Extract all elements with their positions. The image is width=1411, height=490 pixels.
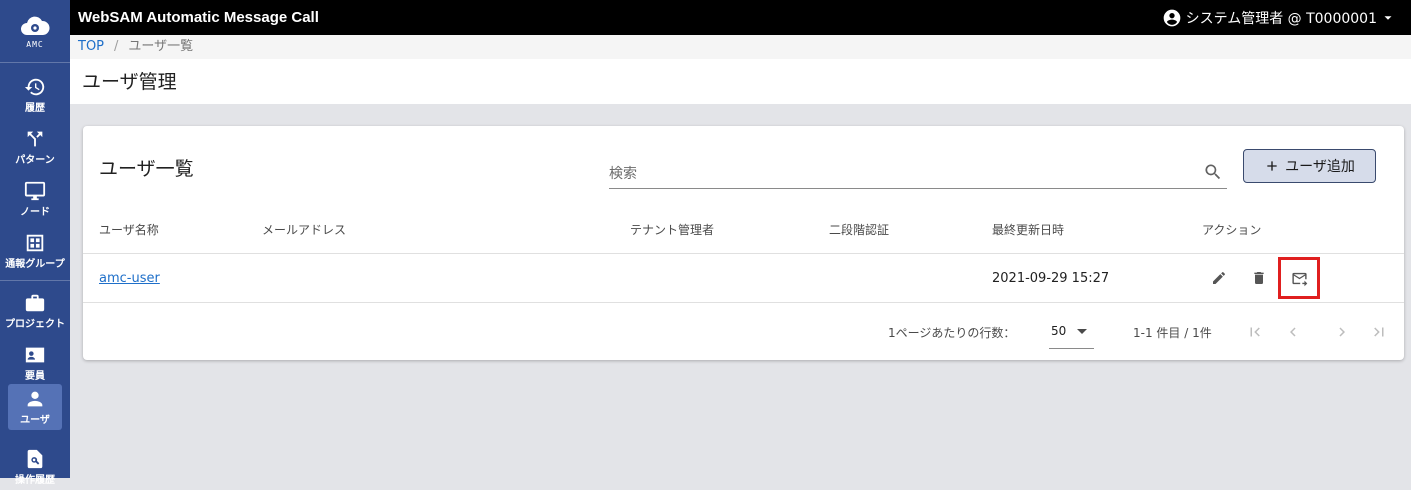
delete-icon (1254, 272, 1264, 284)
briefcase-icon (25, 294, 45, 312)
document-search-icon (27, 449, 43, 469)
app-title: WebSAM Automatic Message Call (78, 9, 319, 26)
user-menu-label: システム管理者 @ T0000001 (1185, 10, 1377, 27)
person-icon (27, 391, 43, 407)
contact-card-icon (25, 347, 45, 363)
pagination-range: 1-1 件目 / 1件 (1133, 326, 1212, 340)
breadcrumb-current: ユーザ一覧 (128, 39, 194, 54)
add-user-button[interactable]: ユーザ追加 (1243, 149, 1376, 183)
column-header-two-factor[interactable]: 二段階認証 (829, 221, 889, 238)
sidebar-item-node[interactable]: ノード (8, 176, 62, 222)
cloud-gear-icon (21, 16, 50, 35)
sidebar-item-history[interactable]: 履歴 (8, 72, 62, 118)
search-input[interactable]: 検索 (609, 154, 1227, 189)
breadcrumb: TOP / ユーザ一覧 (70, 35, 1411, 59)
caret-down-icon (1077, 329, 1087, 334)
sidebar: AMC 履歴 パターン ノード 通報グループ プロジェクト 要員 ユーザ 操作履… (0, 0, 70, 486)
history-icon (24, 78, 45, 96)
sidebar-item-user[interactable]: ユーザ (8, 384, 62, 430)
breadcrumb-top-link[interactable]: TOP (78, 39, 104, 54)
chevron-right-icon (1339, 327, 1345, 337)
sidebar-item-operation-log[interactable]: 操作履歴 (8, 444, 62, 490)
table-divider (83, 253, 1404, 254)
top-bar: WebSAM Automatic Message Call システム管理者 @ … (70, 0, 1411, 35)
previous-page-button[interactable] (1282, 320, 1304, 344)
sidebar-item-label: ユーザ (20, 415, 50, 426)
column-header-tenant-admin[interactable]: テナント管理者 (630, 221, 714, 238)
logo-text: AMC (26, 39, 44, 49)
sidebar-item-label: ノード (20, 207, 50, 218)
sidebar-item-staff[interactable]: 要員 (8, 340, 62, 386)
table-divider (83, 302, 1404, 303)
edit-button[interactable] (1207, 266, 1231, 290)
user-menu[interactable]: システム管理者 @ T0000001 (1162, 0, 1395, 35)
rows-per-page-value: 50 (1051, 324, 1067, 338)
first-page-button[interactable] (1244, 320, 1266, 344)
username-link[interactable]: amc-user (99, 271, 160, 286)
column-header-actions: アクション (1202, 223, 1262, 237)
search-placeholder: 検索 (609, 166, 637, 182)
sidebar-item-label: 履歴 (25, 103, 45, 114)
sidebar-item-label: パターン (15, 155, 55, 166)
sidebar-item-label: 操作履歴 (15, 475, 55, 486)
rows-per-page-select[interactable]: 50 (1049, 316, 1094, 349)
plus-icon (1267, 161, 1277, 171)
title-bar: ユーザ管理 (70, 59, 1411, 104)
sidebar-divider (0, 280, 70, 281)
delete-button[interactable] (1247, 266, 1271, 290)
page-title: ユーザ管理 (82, 71, 177, 93)
app-logo[interactable]: AMC (0, 0, 70, 63)
last-page-icon (1374, 327, 1384, 337)
user-list-card: ユーザ一覧 検索 ユーザ追加 ユーザ名称 メールアドレス テナント管理者 二段階… (83, 126, 1404, 360)
split-arrow-icon (27, 131, 43, 147)
chevron-left-icon (1290, 327, 1296, 337)
sidebar-item-project[interactable]: プロジェクト (5, 288, 65, 334)
next-page-button[interactable] (1331, 320, 1353, 344)
add-user-button-label: ユーザ追加 (1285, 159, 1355, 175)
rows-per-page-label: 1ページあたりの行数： (888, 326, 1016, 340)
sidebar-item-pattern[interactable]: パターン (8, 124, 62, 170)
card-title: ユーザ一覧 (99, 158, 194, 180)
sidebar-item-notify-group[interactable]: 通報グループ (5, 228, 65, 274)
monitor-icon (24, 181, 46, 201)
group-icon (26, 234, 44, 252)
first-page-icon (1250, 327, 1260, 337)
search-icon[interactable] (1203, 162, 1223, 182)
sidebar-item-label: プロジェクト (5, 319, 65, 330)
column-header-username[interactable]: ユーザ名称 (99, 221, 159, 238)
sidebar-item-label: 要員 (25, 371, 45, 382)
edit-icon (1213, 272, 1225, 284)
last-page-button[interactable] (1368, 320, 1390, 344)
column-header-updated[interactable]: 最終更新日時 (992, 221, 1064, 238)
caret-down-icon (1384, 15, 1392, 20)
sidebar-item-label: 通報グループ (5, 259, 65, 270)
highlight-box (1278, 257, 1320, 299)
column-header-email[interactable]: メールアドレス (262, 221, 346, 238)
breadcrumb-separator: / (114, 39, 119, 54)
account-circle-icon (1163, 9, 1180, 26)
updated-datetime: 2021-09-29 15:27 (992, 271, 1110, 286)
